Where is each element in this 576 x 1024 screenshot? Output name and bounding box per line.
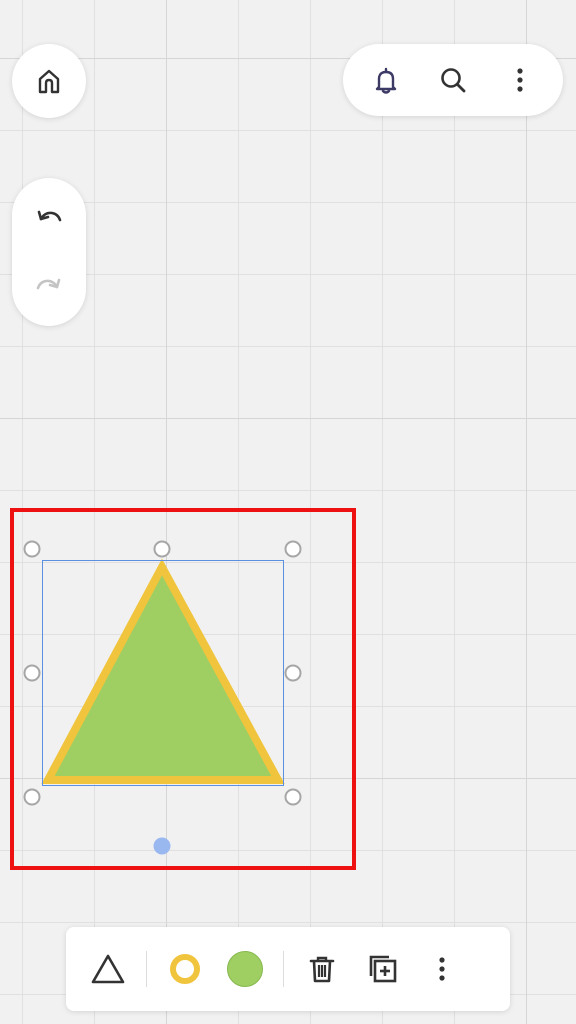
resize-handle-top-right[interactable] <box>284 540 302 558</box>
selection-highlight-frame <box>10 508 356 870</box>
fill-color-swatch <box>227 951 263 987</box>
duplicate-icon[interactable] <box>354 941 410 997</box>
search-icon[interactable] <box>428 55 478 105</box>
toolbar-divider <box>283 951 284 987</box>
toolbar-divider <box>146 951 147 987</box>
history-controls <box>12 178 86 326</box>
more-vertical-icon[interactable] <box>414 941 470 997</box>
shape-type-label: triangle <box>0 0 1 1</box>
redo-icon[interactable] <box>24 261 74 311</box>
resize-handle-top[interactable] <box>153 540 171 558</box>
fill-color-button[interactable] <box>217 941 273 997</box>
trash-icon[interactable] <box>294 941 350 997</box>
rotate-handle[interactable] <box>153 837 171 855</box>
stroke-color-button[interactable] <box>157 941 213 997</box>
more-vertical-icon[interactable] <box>495 55 545 105</box>
resize-handle-left[interactable] <box>23 664 41 682</box>
resize-handle-bottom-right[interactable] <box>284 788 302 806</box>
home-icon <box>24 56 74 106</box>
home-button[interactable] <box>12 44 86 118</box>
shape-toolbar <box>66 927 510 1011</box>
top-action-bar <box>343 44 563 116</box>
bell-icon[interactable] <box>361 55 411 105</box>
undo-icon[interactable] <box>24 193 74 243</box>
triangle-outline-icon[interactable] <box>80 941 136 997</box>
resize-handle-top-left[interactable] <box>23 540 41 558</box>
resize-handle-bottom-left[interactable] <box>23 788 41 806</box>
resize-handle-right[interactable] <box>284 664 302 682</box>
stroke-color-swatch <box>170 954 200 984</box>
